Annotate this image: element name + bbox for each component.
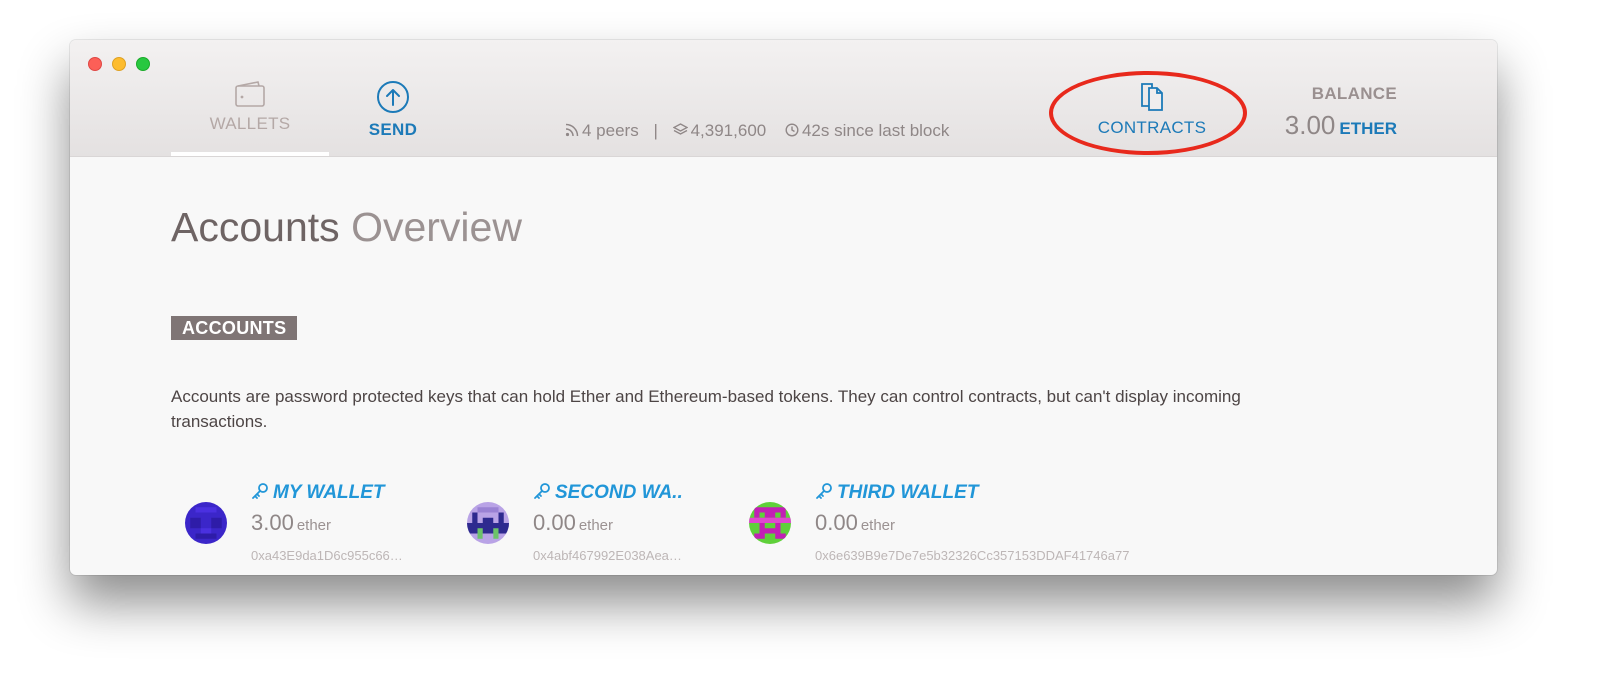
balance-value: 3.00 [1284, 110, 1336, 140]
balance-unit[interactable]: ETHER [1339, 119, 1397, 138]
active-tab-indicator [171, 152, 329, 156]
close-window-button[interactable] [88, 57, 102, 71]
block-status: 4,391,600 [672, 120, 767, 141]
nav-wallets-label: WALLETS [209, 114, 291, 133]
key-icon [534, 483, 550, 499]
page-title-strong: Accounts [171, 204, 340, 250]
app-window: WALLETS SEND 4 peers | 4,391,600 42s sin… [70, 40, 1497, 575]
account-balance-unit: ether [578, 517, 614, 534]
balance-amount: 3.00 ETHER [1285, 110, 1397, 141]
account-name[interactable]: MY WALLET [251, 482, 385, 504]
balance-title: BALANCE [1311, 84, 1397, 103]
nav-send[interactable]: SEND [350, 80, 436, 140]
account-balance-unit: ether [296, 517, 332, 534]
account-balance-unit: ether [860, 517, 896, 534]
identicon-avatar [185, 502, 227, 544]
account-address: 0xa43E9da1D6c955c66… [251, 548, 403, 563]
account-name[interactable]: SECOND WA.. [533, 482, 683, 504]
account-balance: 0.00 ether [533, 510, 613, 536]
identicon-avatar [749, 502, 791, 544]
page-title: Accounts Overview [171, 204, 522, 251]
status-separator: | [653, 120, 658, 140]
account-name-text: SECOND WA.. [555, 482, 683, 503]
key-icon [816, 483, 832, 499]
zoom-window-button[interactable] [136, 57, 150, 71]
network-status: 4 peers | 4,391,600 42s since last block [565, 120, 949, 141]
account-balance-value: 0.00 [533, 510, 576, 535]
layers-icon [672, 123, 688, 135]
account-balance-value: 3.00 [251, 510, 294, 535]
toolbar: WALLETS SEND 4 peers | 4,391,600 42s sin… [70, 40, 1497, 157]
account-address: 0x6e639B9e7De7e5b32326Cc357153DDAF41746a… [815, 548, 1130, 563]
identicon-avatar [467, 502, 509, 544]
clock-icon [785, 123, 799, 137]
nav-send-label: SEND [368, 120, 418, 139]
signal-icon [565, 124, 579, 137]
last-block-status: 42s since last block [785, 120, 949, 141]
block-number: 4,391,600 [690, 120, 767, 140]
section-description: Accounts are password protected keys tha… [171, 387, 1241, 431]
account-balance-value: 0.00 [815, 510, 858, 535]
page-title-light: Overview [351, 204, 522, 250]
account-address: 0x4abf467992E038Aea… [533, 548, 682, 563]
nav-wallets[interactable]: WALLETS [171, 80, 329, 156]
account-name-text: MY WALLET [273, 482, 385, 503]
last-block-text: 42s since last block [801, 120, 950, 140]
wallet-icon [235, 81, 265, 107]
account-balance: 0.00 ether [815, 510, 895, 536]
account-name[interactable]: THIRD WALLET [815, 482, 978, 504]
arrow-up-circle-icon [377, 81, 409, 113]
total-balance: BALANCE 3.00 ETHER [1285, 84, 1397, 141]
section-heading: ACCOUNTS [171, 316, 298, 340]
contracts-highlight-annotation [1049, 71, 1247, 155]
peers-status: 4 peers [565, 120, 639, 141]
minimize-window-button[interactable] [112, 57, 126, 71]
account-name-text: THIRD WALLET [837, 482, 979, 503]
peers-text: 4 peers [582, 120, 639, 140]
key-icon [252, 483, 268, 499]
account-balance: 3.00 ether [251, 510, 331, 536]
